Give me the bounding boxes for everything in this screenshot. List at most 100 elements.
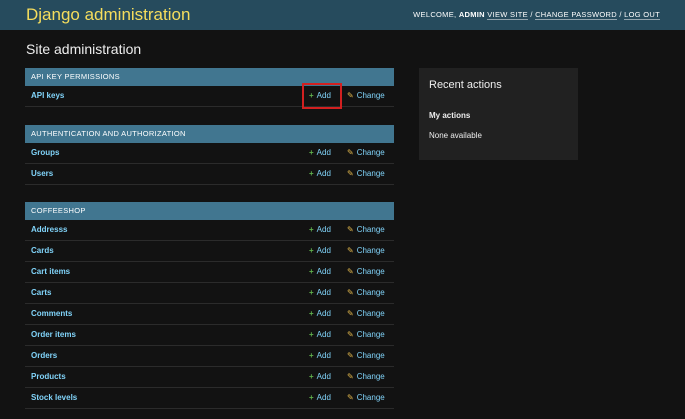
change-label: Change	[356, 225, 385, 234]
add-link[interactable]: + Add	[309, 283, 331, 303]
recent-actions-panel: Recent actions My actions None available	[419, 68, 578, 160]
add-link[interactable]: + Add	[309, 346, 331, 366]
add-label: Add	[316, 148, 331, 157]
pencil-icon: ✎	[347, 309, 354, 318]
pencil-icon: ✎	[347, 91, 354, 100]
plus-icon: +	[309, 372, 314, 381]
model-row: Comments + Add ✎ Change	[25, 304, 394, 325]
add-label: Add	[316, 309, 331, 318]
change-link[interactable]: ✎ Change	[347, 304, 385, 324]
change-label: Change	[356, 351, 385, 360]
add-label: Add	[316, 372, 331, 381]
add-link[interactable]: + Add	[309, 241, 331, 261]
model-link[interactable]: Comments	[31, 304, 72, 324]
model-link[interactable]: Cards	[31, 241, 54, 261]
add-link[interactable]: + Add	[309, 367, 331, 387]
change-label: Change	[356, 288, 385, 297]
plus-icon: +	[309, 288, 314, 297]
change-link[interactable]: ✎ Change	[347, 325, 385, 345]
change-link[interactable]: ✎ Change	[347, 143, 385, 163]
add-link[interactable]: + Add	[309, 388, 331, 408]
add-label: Add	[316, 351, 331, 360]
model-link[interactable]: API keys	[31, 86, 64, 106]
plus-icon: +	[309, 393, 314, 402]
model-link[interactable]: Carts	[31, 283, 51, 303]
add-label: Add	[316, 330, 331, 339]
change-label: Change	[356, 91, 385, 100]
plus-icon: +	[309, 267, 314, 276]
recent-actions-title: Recent actions	[429, 79, 502, 91]
change-link[interactable]: ✎ Change	[347, 241, 385, 261]
pencil-icon: ✎	[347, 267, 354, 276]
add-label: Add	[316, 393, 331, 402]
pencil-icon: ✎	[347, 351, 354, 360]
change-link[interactable]: ✎ Change	[347, 262, 385, 282]
plus-icon: +	[309, 309, 314, 318]
add-link[interactable]: + Add	[309, 143, 331, 163]
pencil-icon: ✎	[347, 330, 354, 339]
plus-icon: +	[309, 330, 314, 339]
plus-icon: +	[309, 246, 314, 255]
change-label: Change	[356, 267, 385, 276]
change-link[interactable]: ✎ Change	[347, 283, 385, 303]
log-out-link[interactable]: LOG OUT	[624, 10, 660, 20]
add-label: Add	[316, 91, 331, 100]
pencil-icon: ✎	[347, 288, 354, 297]
change-link[interactable]: ✎ Change	[347, 346, 385, 366]
model-row: Carts + Add ✎ Change	[25, 283, 394, 304]
add-link[interactable]: + Add	[309, 262, 331, 282]
module-caption[interactable]: AUTHENTICATION AND AUTHORIZATION	[25, 125, 394, 143]
model-row: Orders + Add ✎ Change	[25, 346, 394, 367]
pencil-icon: ✎	[347, 169, 354, 178]
plus-icon: +	[309, 351, 314, 360]
change-link[interactable]: ✎ Change	[347, 220, 385, 240]
model-link[interactable]: Stock levels	[31, 388, 77, 408]
change-label: Change	[356, 169, 385, 178]
model-link[interactable]: Groups	[31, 143, 59, 163]
model-link[interactable]: Cart items	[31, 262, 70, 282]
add-link[interactable]: + Add	[309, 86, 331, 106]
module: COFFEESHOP Addresss + Add ✎ Change Cards + Add ✎ C…	[25, 202, 394, 409]
model-link[interactable]: Orders	[31, 346, 57, 366]
separator: /	[530, 10, 533, 19]
model-link[interactable]: Order items	[31, 325, 76, 345]
add-label: Add	[316, 225, 331, 234]
add-link[interactable]: + Add	[309, 304, 331, 324]
module: AUTHENTICATION AND AUTHORIZATION Groups + A…	[25, 125, 394, 185]
add-label: Add	[316, 288, 331, 297]
change-link[interactable]: ✎ Change	[347, 388, 385, 408]
change-label: Change	[356, 148, 385, 157]
change-label: Change	[356, 330, 385, 339]
add-link[interactable]: + Add	[309, 164, 331, 184]
add-label: Add	[316, 267, 331, 276]
welcome-text: WELCOME,	[413, 10, 457, 19]
plus-icon: +	[309, 148, 314, 157]
plus-icon: +	[309, 225, 314, 234]
model-row: Cart items + Add ✎ Change	[25, 262, 394, 283]
change-label: Change	[356, 393, 385, 402]
username: ADMIN	[458, 10, 485, 19]
model-row: Users + Add ✎ Change	[25, 164, 394, 185]
site-branding[interactable]: Django administration	[26, 5, 190, 25]
model-row: Stock levels + Add ✎ Change	[25, 388, 394, 409]
header: Django administration WELCOME, ADMIN VIE…	[0, 0, 685, 30]
model-row: Order items + Add ✎ Change	[25, 325, 394, 346]
change-link[interactable]: ✎ Change	[347, 367, 385, 387]
my-actions-heading: My actions	[429, 111, 471, 120]
change-link[interactable]: ✎ Change	[347, 86, 385, 106]
add-link[interactable]: + Add	[309, 325, 331, 345]
module-caption[interactable]: COFFEESHOP	[25, 202, 394, 220]
model-row: Cards + Add ✎ Change	[25, 241, 394, 262]
add-label: Add	[316, 246, 331, 255]
module-caption[interactable]: API KEY PERMISSIONS	[25, 68, 394, 86]
view-site-link[interactable]: VIEW SITE	[487, 10, 528, 20]
model-link[interactable]: Addresss	[31, 220, 67, 240]
add-link[interactable]: + Add	[309, 220, 331, 240]
change-password-link[interactable]: CHANGE PASSWORD	[535, 10, 617, 20]
model-link[interactable]: Users	[31, 164, 53, 184]
model-row: Addresss + Add ✎ Change	[25, 220, 394, 241]
model-link[interactable]: Products	[31, 367, 66, 387]
pencil-icon: ✎	[347, 393, 354, 402]
change-link[interactable]: ✎ Change	[347, 164, 385, 184]
none-available-text: None available	[429, 131, 482, 140]
